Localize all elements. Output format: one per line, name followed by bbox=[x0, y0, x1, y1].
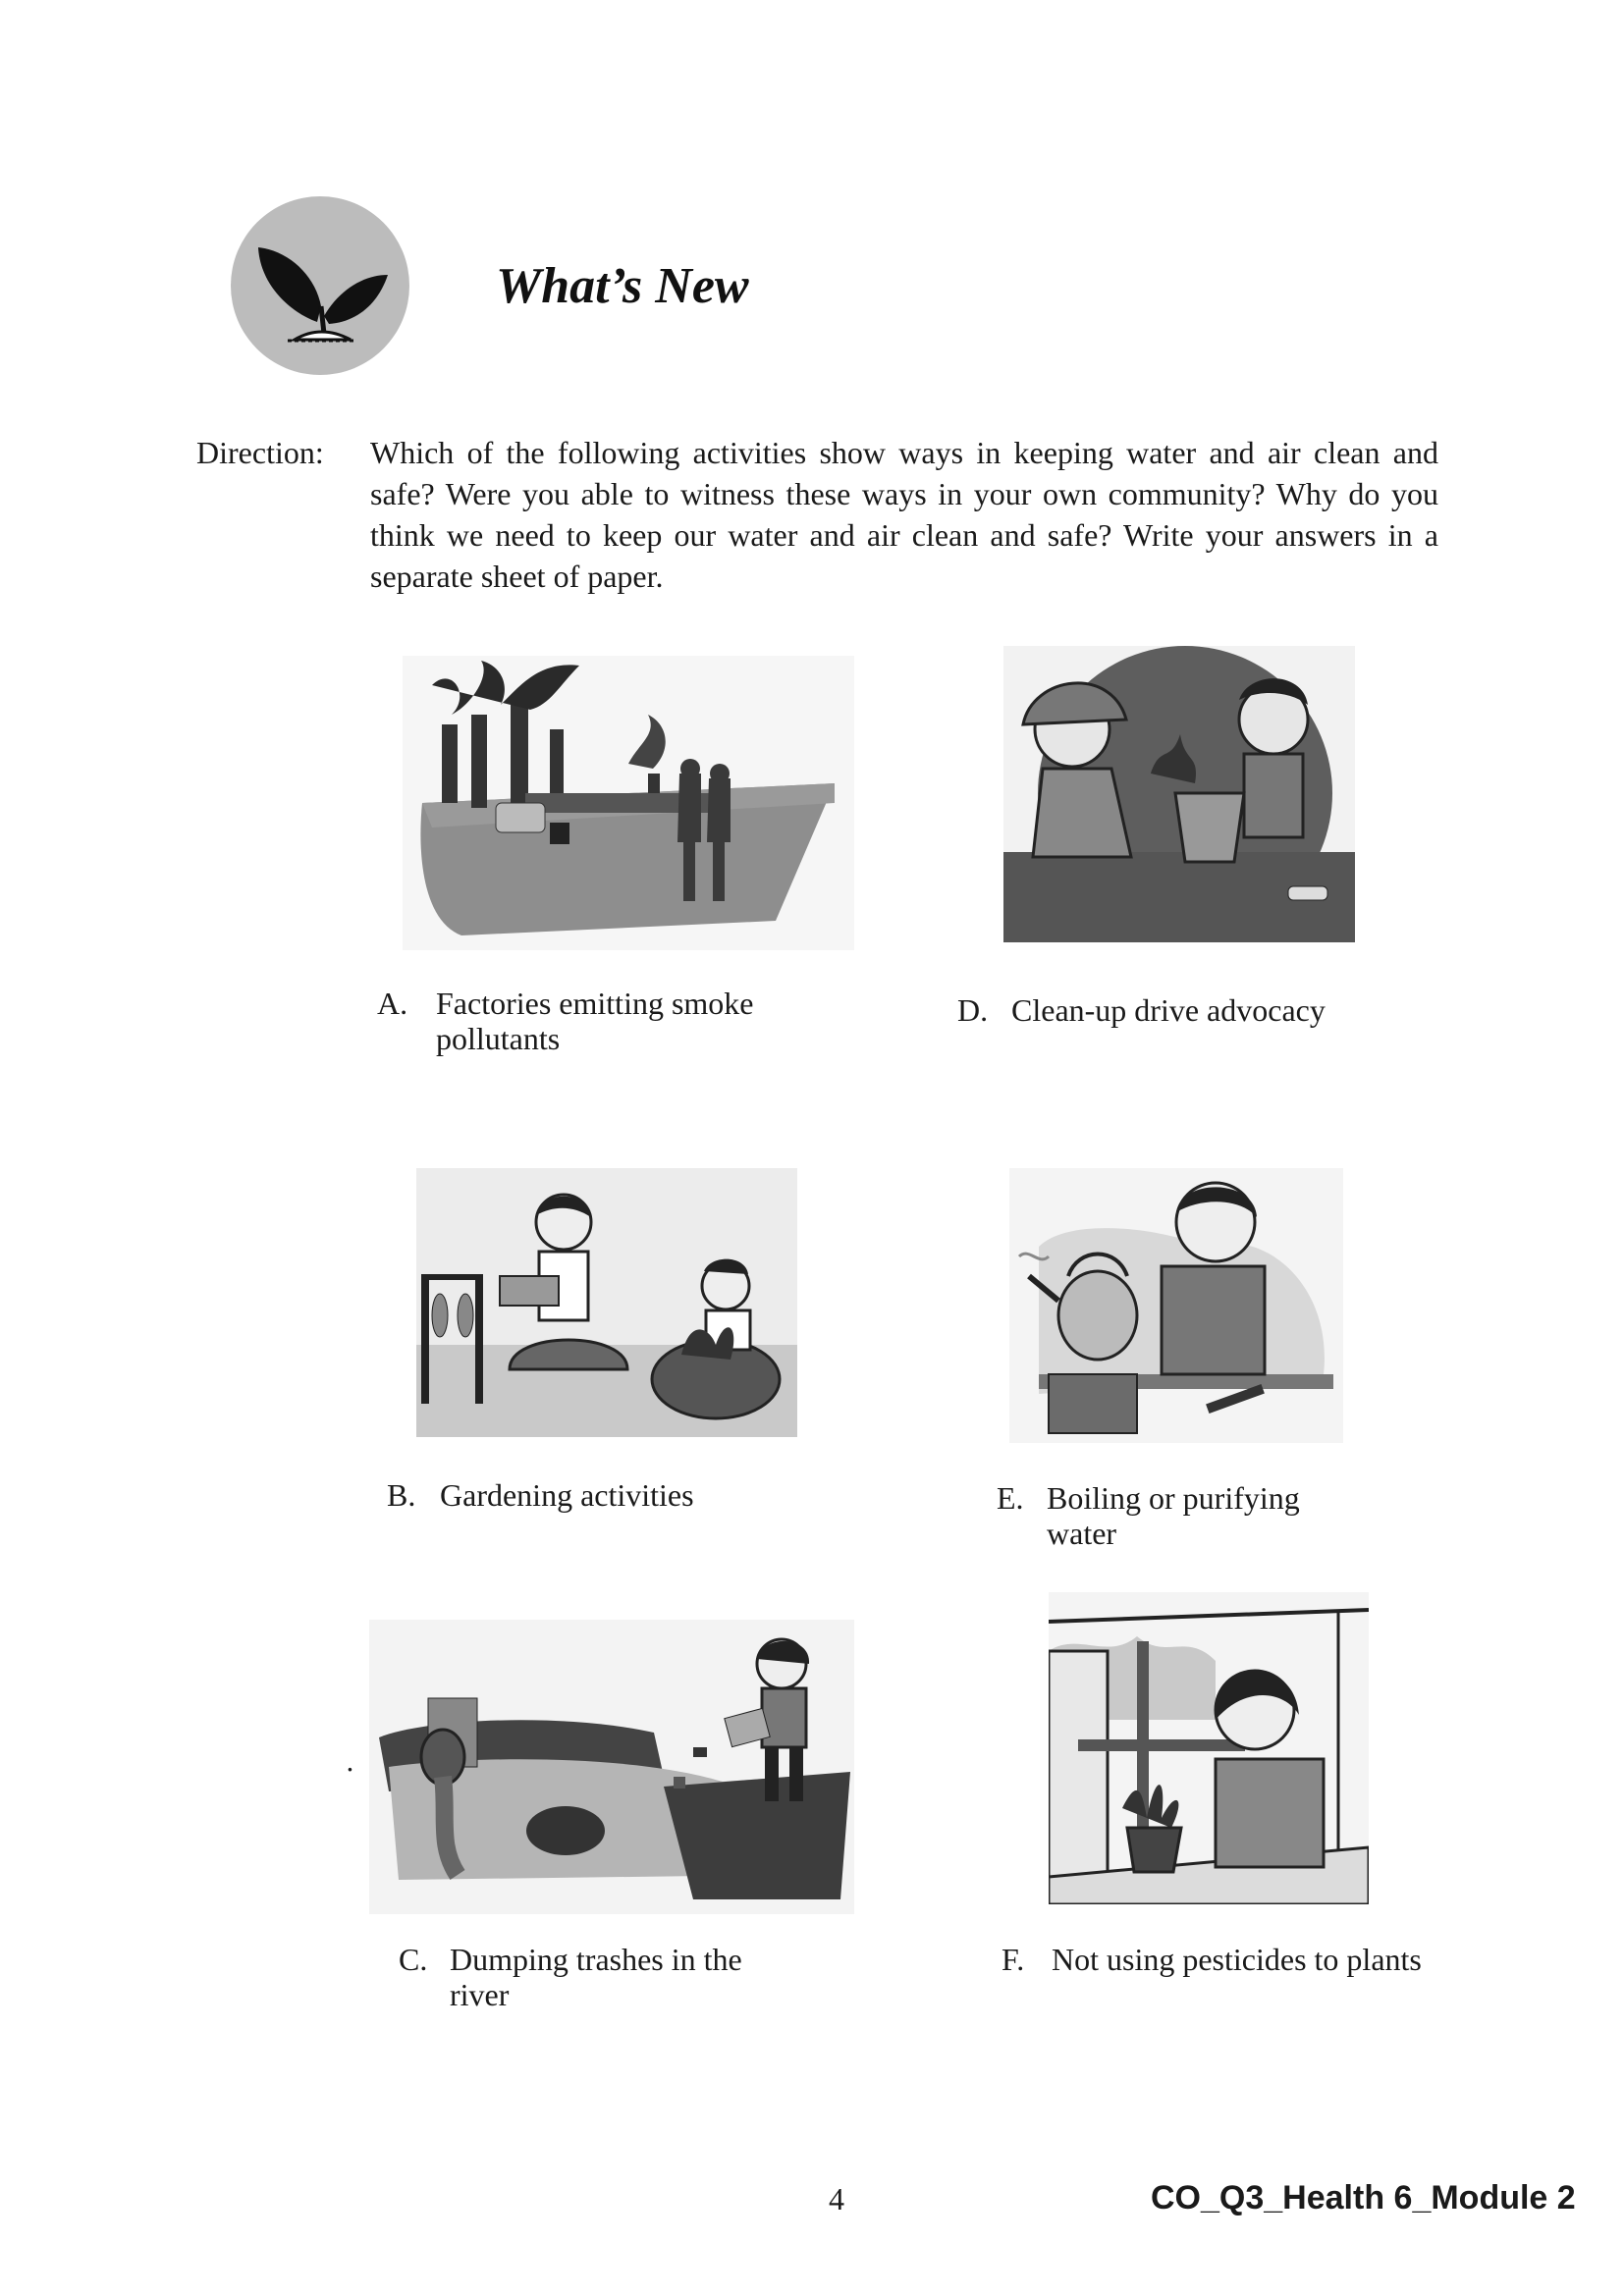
module-code: CO_Q3_Health 6_Module 2 bbox=[1151, 2179, 1576, 2216]
item-e-caption: E. Boiling or purifying water bbox=[997, 1480, 1300, 1551]
children-gardening-illustration bbox=[416, 1168, 797, 1437]
boy-dumping-trash-illustration bbox=[369, 1620, 854, 1914]
item-e-line2: water bbox=[1047, 1516, 1117, 1551]
direction-text: Which of the following activities show w… bbox=[370, 435, 1438, 594]
item-a-letter: A. bbox=[377, 986, 408, 1021]
plant-sprout-icon bbox=[258, 247, 388, 343]
item-a-line2: pollutants bbox=[436, 1021, 561, 1056]
item-d-letter: D. bbox=[957, 992, 989, 1028]
item-d-caption: D. Clean-up drive advocacy bbox=[957, 992, 1326, 1028]
item-b-line1: Gardening activities bbox=[440, 1477, 694, 1513]
item-c-line1: Dumping trashes in the bbox=[450, 1942, 742, 1977]
item-a-line1: Factories emitting smoke bbox=[436, 986, 754, 1021]
item-f-line1: Not using pesticides to plants bbox=[1052, 1942, 1422, 1977]
section-title: What’s New bbox=[496, 258, 749, 314]
girl-potted-plant-illustration bbox=[1049, 1592, 1369, 1904]
factory-smoke-illustration bbox=[403, 656, 854, 950]
item-c-line2: river bbox=[450, 1977, 510, 2012]
item-c-letter: C. bbox=[399, 1942, 428, 1977]
item-e-line1: Boiling or purifying bbox=[1047, 1480, 1300, 1516]
item-f-letter: F. bbox=[1001, 1942, 1025, 1977]
page-number: 4 bbox=[829, 2181, 844, 2216]
boy-boiling-water-illustration bbox=[1009, 1168, 1343, 1443]
item-d-line1: Clean-up drive advocacy bbox=[1011, 992, 1326, 1028]
item-c-caption: C. Dumping trashes in the river bbox=[399, 1942, 742, 2012]
children-cleaning-illustration bbox=[1003, 646, 1355, 942]
item-b-letter: B. bbox=[387, 1477, 416, 1513]
item-f-caption: F. Not using pesticides to plants bbox=[1001, 1942, 1422, 1977]
stray-dot: . bbox=[346, 1745, 354, 1778]
whats-new-icon-badge bbox=[231, 196, 409, 375]
item-b-caption: B. Gardening activities bbox=[387, 1477, 694, 1513]
item-a-caption: A. Factories emitting smoke pollutants bbox=[377, 986, 754, 1056]
item-e-letter: E. bbox=[997, 1480, 1024, 1516]
direction-label: Direction: bbox=[196, 435, 324, 470]
